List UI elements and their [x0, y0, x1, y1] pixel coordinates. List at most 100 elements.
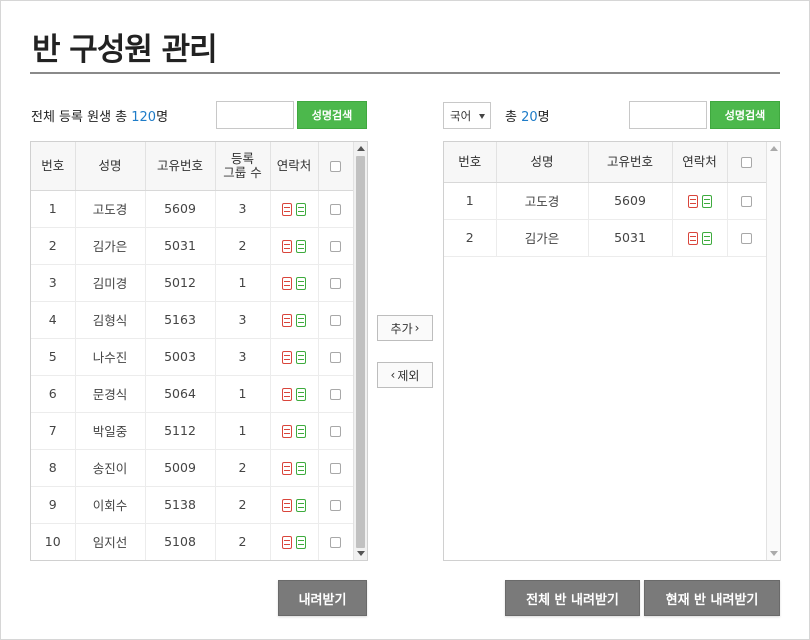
scroll-up-arrow-icon[interactable] — [357, 146, 365, 151]
row-name: 김형식 — [75, 301, 146, 339]
row-contact — [672, 182, 728, 220]
left-summary-count: 120 — [131, 110, 157, 125]
phone-card-icon[interactable] — [282, 462, 292, 475]
row-groups: 1 — [215, 264, 271, 302]
row-name: 나수진 — [75, 338, 146, 376]
phone-card-icon[interactable] — [282, 351, 292, 364]
subject-select[interactable]: 국어 — [443, 102, 491, 129]
table-row[interactable]: 9 이회수 5138 2 — [31, 486, 354, 524]
row-checkbox[interactable] — [330, 315, 341, 326]
row-checkbox[interactable] — [741, 233, 752, 244]
row-id: 5609 — [588, 182, 673, 220]
add-button-label: 추가 — [390, 321, 413, 336]
row-contact — [270, 227, 319, 265]
phone-card-icon[interactable] — [282, 425, 292, 438]
message-card-icon[interactable] — [296, 388, 306, 401]
remove-button[interactable]: ‹ 제외 — [377, 362, 433, 388]
select-all-checkbox[interactable] — [741, 156, 752, 168]
chevron-right-icon: › — [414, 321, 420, 335]
row-checkbox[interactable] — [330, 537, 341, 548]
add-button[interactable]: 추가 › — [377, 315, 433, 341]
message-card-icon[interactable] — [296, 425, 306, 438]
row-select — [318, 412, 354, 450]
phone-card-icon[interactable] — [282, 499, 292, 512]
select-all-checkbox[interactable] — [330, 160, 341, 172]
col-header-name: 성명 — [75, 142, 146, 191]
row-checkbox[interactable] — [330, 241, 341, 252]
message-card-icon[interactable] — [701, 232, 712, 245]
table-row[interactable]: 8 송진이 5009 2 — [31, 449, 354, 487]
download-current-class-button[interactable]: 현재 반 내려받기 — [644, 580, 780, 616]
phone-card-icon[interactable] — [282, 388, 292, 401]
row-checkbox[interactable] — [330, 389, 341, 400]
left-table-scrollbar[interactable] — [353, 142, 367, 560]
phone-card-icon[interactable] — [282, 203, 292, 216]
row-select — [727, 219, 767, 257]
row-checkbox[interactable] — [330, 204, 341, 215]
phone-card-icon[interactable] — [687, 232, 698, 245]
row-checkbox[interactable] — [330, 500, 341, 511]
phone-card-icon[interactable] — [282, 277, 292, 290]
table-row[interactable]: 4 김형식 5163 3 — [31, 301, 354, 339]
row-no: 2 — [31, 227, 76, 265]
right-search-input[interactable] — [629, 101, 707, 129]
scroll-down-arrow-icon[interactable] — [770, 551, 778, 556]
phone-card-icon[interactable] — [687, 195, 698, 208]
left-total-summary: 전체 등록 원생 총 120명 — [31, 106, 168, 125]
scrollbar-thumb[interactable] — [356, 156, 365, 548]
phone-card-icon[interactable] — [282, 314, 292, 327]
col-header-select-all — [727, 142, 767, 183]
message-card-icon[interactable] — [296, 462, 306, 475]
row-groups: 3 — [215, 301, 271, 339]
row-name: 고도경 — [75, 190, 146, 228]
right-name-search-button[interactable]: 성명검색 — [710, 101, 780, 129]
download-button[interactable]: 내려받기 — [278, 580, 367, 616]
row-id: 5609 — [145, 190, 216, 228]
message-card-icon[interactable] — [701, 195, 712, 208]
row-id: 5108 — [145, 523, 216, 560]
table-row[interactable]: 2 김가은 5031 — [444, 219, 767, 257]
row-checkbox[interactable] — [741, 196, 752, 207]
message-card-icon[interactable] — [296, 351, 306, 364]
row-select — [318, 375, 354, 413]
phone-card-icon[interactable] — [282, 240, 292, 253]
row-contact — [270, 338, 319, 376]
row-id: 5009 — [145, 449, 216, 487]
table-row[interactable]: 5 나수진 5003 3 — [31, 338, 354, 376]
message-card-icon[interactable] — [296, 314, 306, 327]
row-groups: 2 — [215, 227, 271, 265]
right-table-scrollbar[interactable] — [766, 142, 780, 560]
left-search-input[interactable] — [216, 101, 294, 129]
table-row[interactable]: 7 박일중 5112 1 — [31, 412, 354, 450]
class-member-table: 번호 성명 고유번호 연락처 1 고도경 5609 2 김가은 5031 — [443, 141, 781, 561]
row-checkbox[interactable] — [330, 426, 341, 437]
table-row[interactable]: 10 임지선 5108 2 — [31, 523, 354, 560]
table-row[interactable]: 2 김가은 5031 2 — [31, 227, 354, 265]
left-name-search-button[interactable]: 성명검색 — [297, 101, 367, 129]
remove-button-label: 제외 — [397, 368, 420, 383]
scroll-down-arrow-icon[interactable] — [357, 551, 365, 556]
table-row[interactable]: 3 김미경 5012 1 — [31, 264, 354, 302]
row-checkbox[interactable] — [330, 352, 341, 363]
row-checkbox[interactable] — [330, 463, 341, 474]
table-row[interactable]: 6 문경식 5064 1 — [31, 375, 354, 413]
row-groups: 3 — [215, 338, 271, 376]
row-select — [318, 227, 354, 265]
row-name: 문경식 — [75, 375, 146, 413]
message-card-icon[interactable] — [296, 240, 306, 253]
row-checkbox[interactable] — [330, 278, 341, 289]
phone-card-icon[interactable] — [282, 536, 292, 549]
row-contact — [672, 219, 728, 257]
scroll-up-arrow-icon[interactable] — [770, 146, 778, 151]
message-card-icon[interactable] — [296, 277, 306, 290]
table-row[interactable]: 1 고도경 5609 — [444, 182, 767, 220]
row-id: 5031 — [145, 227, 216, 265]
message-card-icon[interactable] — [296, 536, 306, 549]
row-id: 5138 — [145, 486, 216, 524]
download-all-classes-button[interactable]: 전체 반 내려받기 — [505, 580, 640, 616]
message-card-icon[interactable] — [296, 203, 306, 216]
table-row[interactable]: 1 고도경 5609 3 — [31, 190, 354, 228]
row-contact — [270, 375, 319, 413]
message-card-icon[interactable] — [296, 499, 306, 512]
right-summary-suffix: 명 — [537, 110, 550, 125]
